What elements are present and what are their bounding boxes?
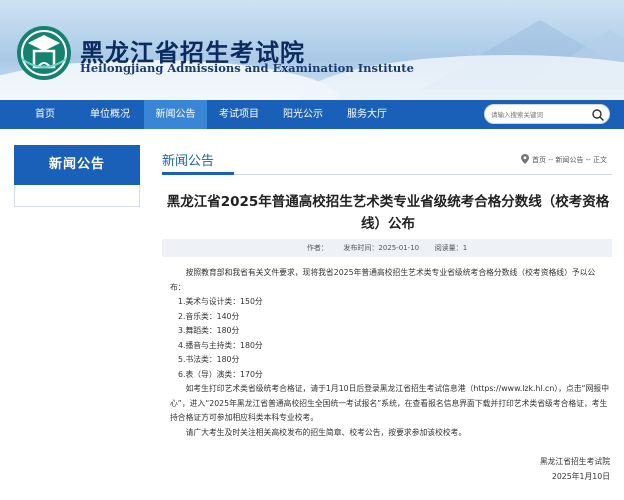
article-body: 按照教育部和我省有关文件要求，现将我省2025年普通高校招生艺术类专业省级统考合… bbox=[170, 266, 610, 440]
score-item: 6.表（导）演类：170分 bbox=[178, 369, 263, 379]
nav-item-news[interactable]: 新闻公告 bbox=[144, 100, 207, 129]
nav-item-exams[interactable]: 考试项目 bbox=[207, 100, 271, 129]
institute-logo-icon[interactable] bbox=[16, 25, 72, 81]
score-item: 4.播音与主持类：180分 bbox=[178, 340, 263, 350]
meta-author-label: 作者： bbox=[306, 244, 328, 252]
breadcrumb[interactable]: 首页 -- 新闻公告 -- 正文 bbox=[532, 155, 607, 165]
meta-views-label: 阅读量： bbox=[434, 244, 463, 252]
article-title: 黑龙江省2025年普通高校招生艺术类专业省级统考合格分数线（校考资格线）公布 bbox=[166, 194, 610, 232]
meta-date-label: 发布时间： bbox=[343, 244, 379, 252]
sidebar-body bbox=[14, 185, 140, 207]
article-paragraph: 如考生打印艺术类省级统考合格证，请于1月10日后登录黑龙江省招生考试信息港（ht… bbox=[170, 384, 609, 422]
nav-item-home[interactable]: 首页 bbox=[14, 100, 76, 129]
signature-date: 2025年1月10日 bbox=[551, 472, 610, 481]
article-paragraph: 请广大考生及时关注相关高校发布的招生简章、校考公告，按要求参加该校校考。 bbox=[185, 427, 467, 437]
sidebar-title: 新闻公告 bbox=[14, 145, 140, 185]
score-item: 1.美术与设计类：150分 bbox=[178, 297, 263, 306]
search-input[interactable] bbox=[491, 108, 587, 121]
search-box bbox=[484, 104, 610, 124]
score-item: 2.音乐类：140分 bbox=[178, 311, 240, 321]
article-intro: 按照教育部和我省有关文件要求，现将我省2025年普通高校招生艺术类专业省级统考合… bbox=[170, 268, 596, 292]
site-subtitle: Heilongjiang Admissions and Examination … bbox=[80, 61, 414, 75]
meta-views: 1 bbox=[462, 244, 468, 252]
article-meta: 作者： 发布时间：2025-01-10 阅读量：1 bbox=[162, 239, 612, 257]
score-item: 3.舞蹈类：180分 bbox=[178, 326, 240, 335]
section-title: 新闻公告 bbox=[162, 154, 215, 169]
nav-item-services[interactable]: 服务大厅 bbox=[335, 100, 399, 129]
signature-org: 黑龙江省招生考试院 bbox=[539, 457, 610, 466]
location-pin-icon bbox=[521, 154, 529, 164]
score-item: 5.书法类：180分 bbox=[178, 355, 240, 364]
search-icon[interactable] bbox=[591, 108, 605, 122]
nav-item-about[interactable]: 单位概况 bbox=[76, 100, 144, 129]
header-banner: 黑龙江省招生考试院 Heilongjiang Admissions and Ex… bbox=[0, 0, 624, 100]
article-signature: 黑龙江省招生考试院 2025年1月10日 bbox=[540, 454, 610, 484]
nav-item-publicity[interactable]: 阳光公示 bbox=[271, 100, 335, 129]
meta-date: 2025-01-10 bbox=[378, 244, 420, 252]
section-divider-accent bbox=[162, 172, 234, 175]
